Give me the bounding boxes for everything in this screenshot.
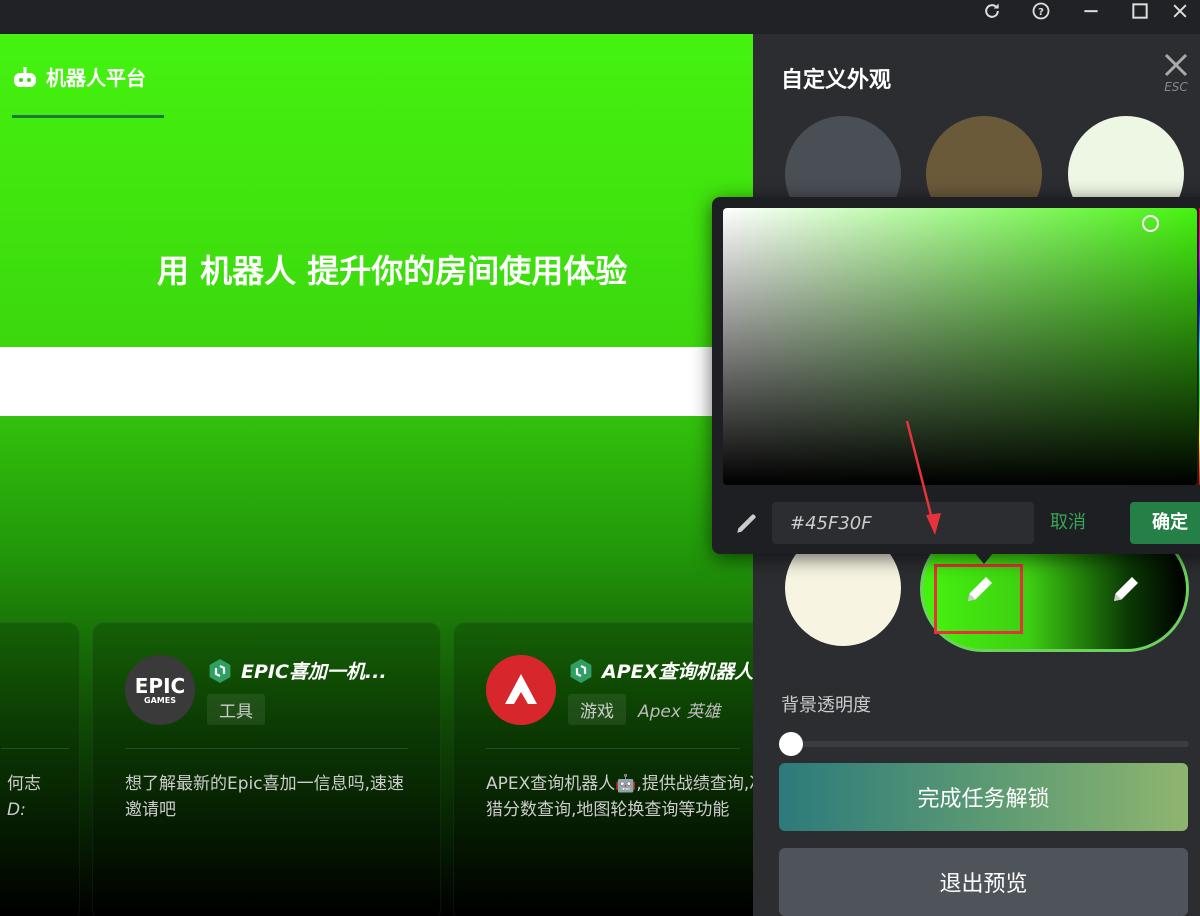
logo-text: EPIC	[134, 673, 186, 698]
apex-emblem-icon	[505, 674, 537, 704]
main-content: 机器人平台 用 机器人 提升你的房间使用体验 何志 D: EPIC GAMES …	[0, 34, 753, 916]
card-divider	[486, 748, 740, 749]
close-icon[interactable]	[1160, 0, 1200, 22]
unlock-by-task-button[interactable]: 完成任务解锁	[779, 763, 1188, 831]
popup-pointer	[974, 552, 994, 564]
card-tags: 游戏 Apex 英雄	[568, 694, 720, 725]
card-description: 想了解最新的Epic喜加一信息吗,速速邀请吧	[125, 774, 405, 820]
maximize-icon[interactable]	[1120, 0, 1160, 22]
epic-games-logo: EPIC GAMES	[125, 655, 195, 725]
saturation-value-area[interactable]	[723, 208, 1197, 485]
annotation-arrow	[905, 420, 941, 535]
apex-logo	[486, 655, 556, 725]
panel-close-button[interactable]: ESC	[1156, 52, 1196, 102]
card-divider	[1, 748, 69, 749]
bot-card-epic[interactable]: EPIC GAMES EPIC喜加一机... 工具 想了解最新的Epic喜加一信…	[92, 622, 441, 916]
nav-tab-underline	[12, 115, 164, 118]
card-tag-secondary: Apex 英雄	[638, 702, 721, 722]
eyedropper-icon[interactable]	[734, 510, 760, 536]
logo-subtext: GAMES	[144, 695, 176, 705]
search-bar[interactable]	[0, 347, 740, 416]
refresh-icon[interactable]	[972, 0, 1012, 22]
esc-hint: ESC	[1164, 80, 1188, 94]
card-tag: 工具	[207, 694, 265, 725]
card-desc-line: 何志	[7, 774, 41, 794]
card-tag: 游戏	[568, 694, 626, 725]
card-divider	[125, 748, 408, 749]
color-picker-popup: 取消 确定	[712, 197, 1200, 564]
nav-tab-bot-platform[interactable]: 机器人平台	[12, 62, 146, 91]
minimize-icon[interactable]	[1071, 0, 1111, 22]
cancel-button[interactable]: 取消	[1050, 502, 1086, 544]
bot-card[interactable]: 何志 D:	[0, 622, 80, 916]
card-title: APEX查询机器人	[568, 657, 753, 684]
opacity-slider-track[interactable]	[781, 741, 1189, 747]
nav-title-label: 机器人平台	[46, 66, 146, 90]
card-description: APEX查询机器人🤖,提供战绩查询,冲猎分数查询,地图轮换查询等功能	[486, 774, 753, 820]
card-title-text: EPIC喜加一机...	[241, 661, 387, 683]
verified-bot-icon	[209, 658, 231, 683]
confirm-button[interactable]: 确定	[1130, 502, 1200, 544]
card-tags: 工具	[207, 694, 265, 725]
verified-bot-icon	[570, 658, 592, 683]
robot-icon	[14, 66, 36, 87]
bot-card-apex[interactable]: APEX查询机器人 游戏 Apex 英雄 APEX查询机器人🤖,提供战绩查询,冲…	[453, 622, 753, 916]
card-description: 何志 D:	[7, 771, 59, 823]
highlight-box	[934, 564, 1023, 634]
opacity-slider-knob[interactable]	[779, 732, 803, 756]
card-title: EPIC喜加一机...	[207, 657, 387, 684]
title-bar: ?	[0, 0, 1200, 34]
color-cursor[interactable]	[1142, 215, 1159, 232]
edit-end-color-pencil-icon[interactable]	[1108, 571, 1144, 607]
hero-title: 用 机器人 提升你的房间使用体验	[157, 252, 628, 290]
panel-title: 自定义外观	[781, 68, 892, 93]
exit-preview-button[interactable]: 退出预览	[779, 848, 1188, 916]
close-x-icon	[1164, 53, 1188, 77]
svg-text:?: ?	[1038, 7, 1044, 18]
help-icon[interactable]: ?	[1021, 0, 1061, 22]
unlock-button-label: 完成任务解锁	[917, 787, 1050, 812]
card-title-text: APEX查询机器人	[602, 661, 753, 683]
card-desc-line: D:	[7, 800, 26, 820]
opacity-label: 背景透明度	[781, 695, 871, 716]
exit-button-label: 退出预览	[939, 872, 1028, 897]
